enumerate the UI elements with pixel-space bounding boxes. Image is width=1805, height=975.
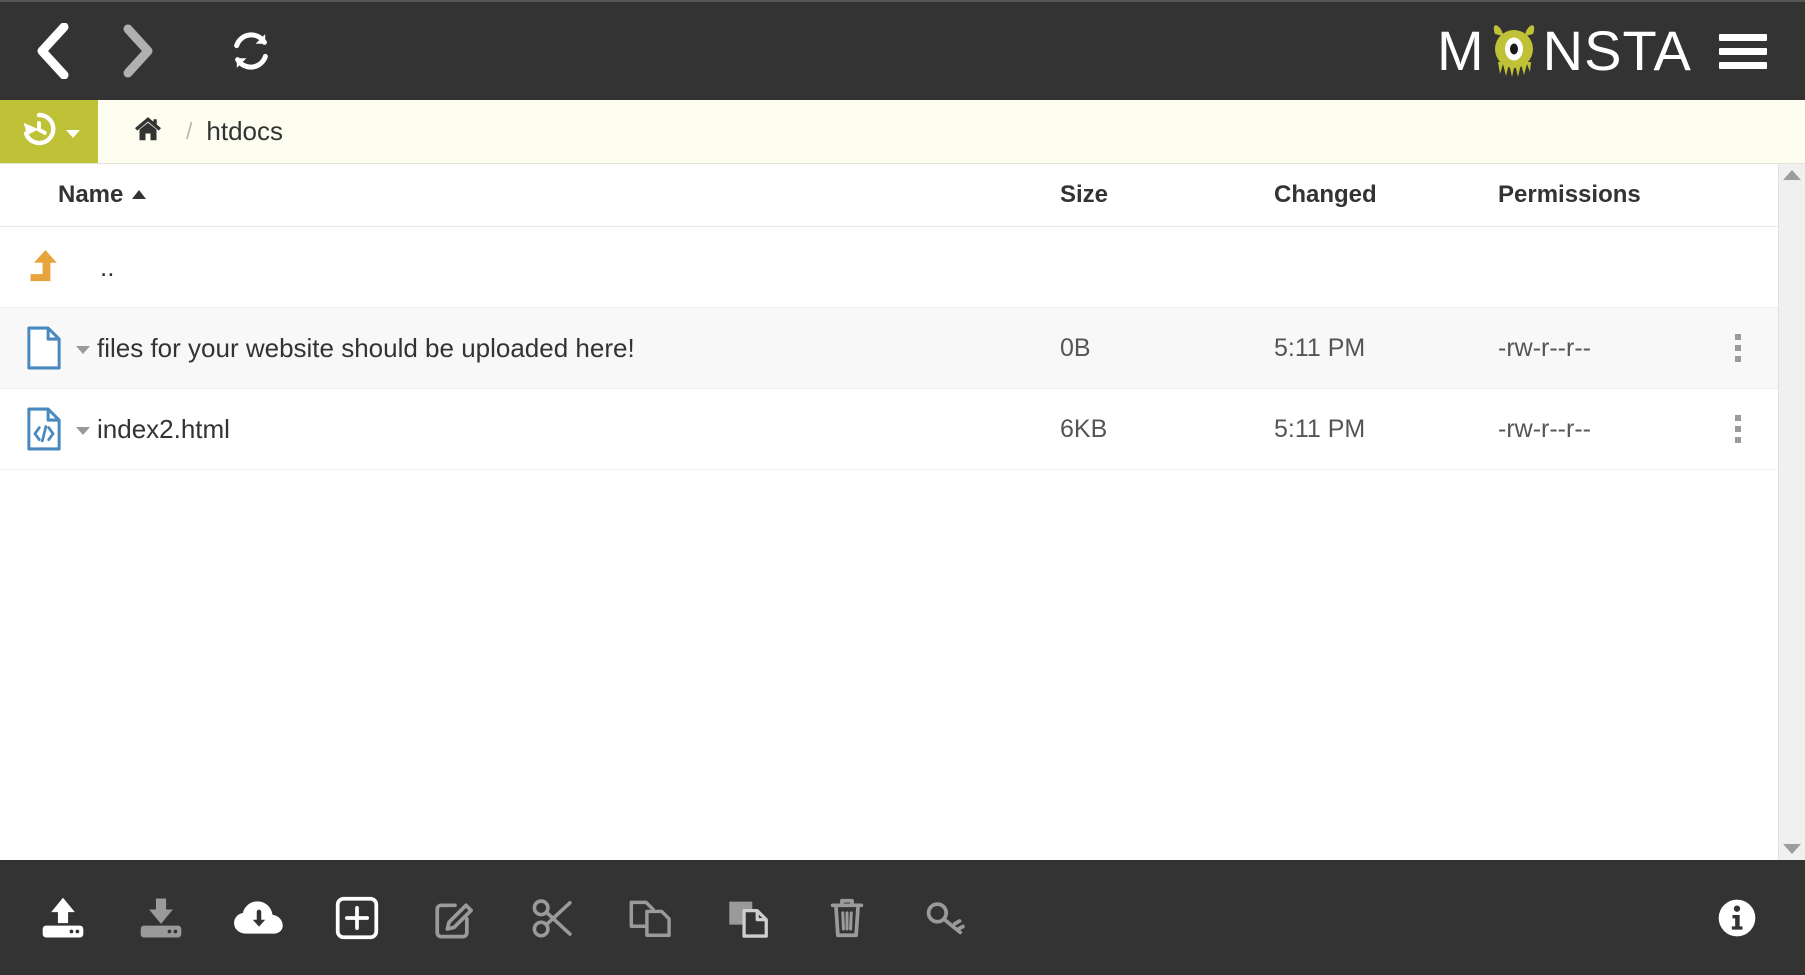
file-changed-cell: 5:11 PM	[1274, 388, 1498, 470]
kebab-dot-3	[1735, 356, 1741, 362]
file-actions-cell	[1698, 388, 1778, 470]
file-size-cell: 0B	[1060, 307, 1274, 389]
column-header-changed[interactable]: Changed	[1274, 164, 1498, 227]
empty-list-space	[0, 470, 1778, 860]
kebab-dot-2	[1735, 426, 1741, 432]
scroll-down-arrow-icon[interactable]	[1783, 844, 1801, 854]
info-button[interactable]	[1707, 888, 1767, 948]
upload-button[interactable]	[14, 860, 112, 975]
kebab-dot-3	[1735, 437, 1741, 443]
code-file-icon	[22, 406, 66, 452]
new-button[interactable]	[308, 860, 406, 975]
row-actions-menu-icon[interactable]	[1698, 415, 1778, 443]
file-changed-cell: 5:11 PM	[1274, 307, 1498, 389]
kebab-dot-1	[1735, 334, 1741, 340]
kebab-dot-1	[1735, 415, 1741, 421]
table-row-parent[interactable]: ..	[0, 226, 1778, 308]
edit-button[interactable]	[406, 860, 504, 975]
breadcrumb-item-htdocs[interactable]: htdocs	[206, 116, 283, 147]
column-header-permissions[interactable]: Permissions	[1498, 164, 1698, 227]
top-toolbar: M NSTA	[0, 0, 1805, 100]
cloud-download-button[interactable]	[210, 860, 308, 975]
blank-file-icon	[22, 325, 66, 371]
breadcrumb-home-button[interactable]	[124, 114, 172, 149]
hamburger-menu-icon[interactable]	[1715, 25, 1771, 77]
delete-button[interactable]	[798, 860, 896, 975]
parent-size-cell	[1060, 226, 1274, 308]
app-logo: M NSTA	[1437, 20, 1692, 82]
table-row[interactable]: files for your website should be uploade…	[0, 307, 1778, 389]
logo-text-nsta: NSTA	[1542, 19, 1692, 82]
file-permissions-cell: -rw-r--r--	[1498, 388, 1698, 470]
column-header-size[interactable]: Size	[1060, 164, 1274, 227]
hamburger-bar-3	[1719, 61, 1767, 69]
file-size-cell: 6KB	[1060, 388, 1274, 470]
forward-button[interactable]	[96, 1, 182, 101]
column-header-name[interactable]: Name	[0, 164, 1060, 227]
column-header-actions	[1698, 164, 1778, 227]
monsta-ftp-window: M NSTA / htdocs Name Size Changed Permis…	[0, 0, 1805, 975]
table-header-row: Name Size Changed Permissions	[0, 164, 1778, 227]
parent-name-cell: ..	[0, 226, 1060, 308]
parent-permissions-cell	[1498, 226, 1698, 308]
parent-changed-cell	[1274, 226, 1498, 308]
row-actions-menu-icon[interactable]	[1698, 334, 1778, 362]
file-actions-cell	[1698, 307, 1778, 389]
copy-button[interactable]	[602, 860, 700, 975]
row-menu-caret-icon[interactable]	[76, 426, 90, 435]
breadcrumb-bar: / htdocs	[0, 100, 1805, 164]
download-button[interactable]	[112, 860, 210, 975]
home-icon	[132, 114, 164, 149]
hamburger-bar-1	[1719, 33, 1767, 41]
kebab-dot-2	[1735, 345, 1741, 351]
paste-button[interactable]	[700, 860, 798, 975]
hamburger-bar-2	[1719, 47, 1767, 55]
monster-eye-icon	[1486, 20, 1542, 82]
file-list-area: Name Size Changed Permissions .. files f…	[0, 164, 1805, 860]
breadcrumb: / htdocs	[98, 100, 283, 163]
cut-button[interactable]	[504, 860, 602, 975]
logo-text-m: M	[1437, 19, 1485, 82]
permissions-button[interactable]	[896, 860, 994, 975]
file-table: Name Size Changed Permissions .. files f…	[0, 164, 1778, 470]
table-row[interactable]: index2.html 6KB 5:11 PM -rw-r--r--	[0, 388, 1778, 470]
file-name-label[interactable]: files for your website should be uploade…	[97, 333, 635, 364]
parent-actions-cell	[1698, 226, 1778, 308]
history-icon	[18, 108, 60, 155]
history-dropdown-button[interactable]	[0, 100, 98, 163]
scroll-up-arrow-icon[interactable]	[1783, 170, 1801, 180]
file-name-cell: index2.html	[0, 388, 1060, 470]
file-name-cell: files for your website should be uploade…	[0, 307, 1060, 389]
sort-ascending-icon	[132, 190, 147, 199]
file-name-label[interactable]: index2.html	[97, 414, 230, 445]
chevron-down-icon	[66, 129, 80, 138]
refresh-button[interactable]	[208, 1, 294, 101]
row-menu-caret-icon[interactable]	[76, 345, 90, 354]
back-button[interactable]	[10, 1, 96, 101]
vertical-scrollbar[interactable]	[1778, 164, 1805, 860]
level-up-arrow-icon	[22, 244, 66, 290]
bottom-toolbar	[0, 860, 1805, 975]
breadcrumb-separator: /	[186, 118, 193, 144]
file-permissions-cell: -rw-r--r--	[1498, 307, 1698, 389]
parent-directory-label[interactable]: ..	[66, 252, 114, 283]
